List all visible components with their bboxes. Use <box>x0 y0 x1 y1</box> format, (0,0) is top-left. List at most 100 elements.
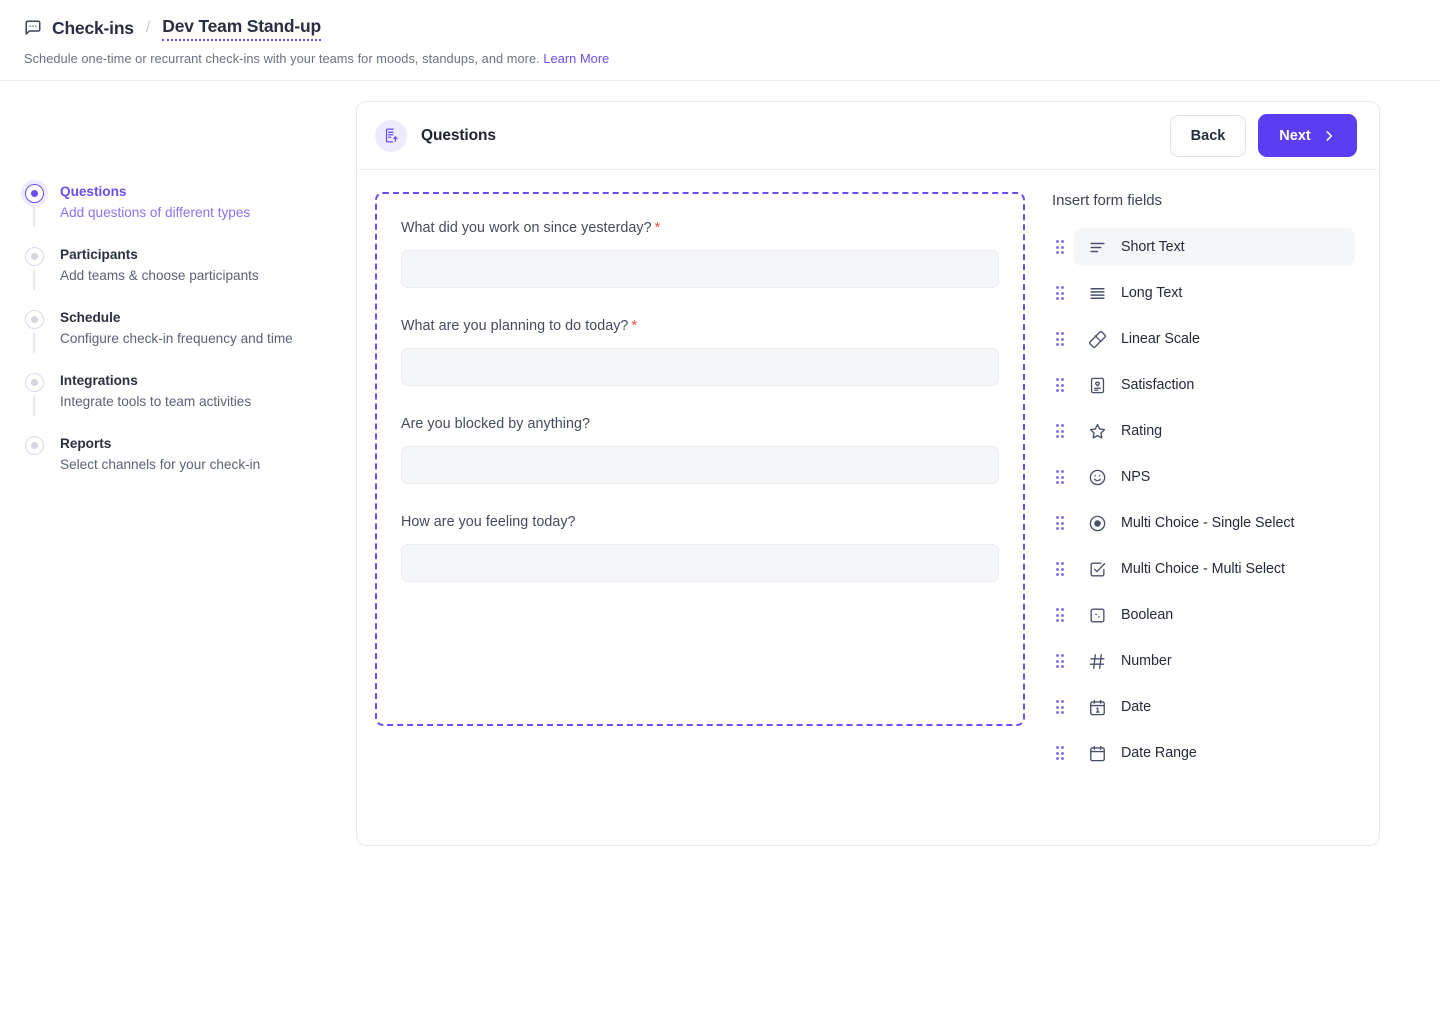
drag-handle-icon[interactable] <box>1052 515 1068 531</box>
smiley-icon <box>1088 468 1107 487</box>
field-item-date-range[interactable]: Date Range <box>1052 734 1355 772</box>
breadcrumb-root[interactable]: Check-ins <box>52 18 134 39</box>
step-questions[interactable]: Questions Add questions of different typ… <box>22 183 356 246</box>
long-text-icon <box>1088 284 1107 303</box>
card-header: Questions Back Next <box>357 102 1379 170</box>
drag-handle-icon[interactable] <box>1052 331 1068 347</box>
step-participants[interactable]: Participants Add teams & choose particip… <box>22 246 356 309</box>
field-chip[interactable]: Satisfaction <box>1074 366 1355 404</box>
question-label: What did you work on since yesterday? * <box>401 218 999 238</box>
field-chip[interactable]: NPS <box>1074 458 1355 496</box>
field-label: Rating <box>1121 423 1163 439</box>
field-item-number[interactable]: Number <box>1052 642 1355 680</box>
short-text-icon <box>1088 238 1107 257</box>
field-item-boolean[interactable]: Boolean <box>1052 596 1355 634</box>
question-input[interactable] <box>401 446 999 484</box>
field-item-short-text[interactable]: Short Text <box>1052 228 1355 266</box>
form-document-icon <box>375 119 407 152</box>
calendar-range-icon <box>1088 744 1107 763</box>
question-text: What did you work on since yesterday? <box>401 220 652 236</box>
field-chip[interactable]: Linear Scale <box>1074 320 1355 358</box>
subtitle-text: Schedule one-time or recurrant check-ins… <box>24 51 540 66</box>
field-item-satisfaction[interactable]: Satisfaction <box>1052 366 1355 404</box>
field-item-date[interactable]: Date <box>1052 688 1355 726</box>
required-marker: * <box>631 318 638 334</box>
drag-handle-icon[interactable] <box>1052 469 1068 485</box>
step-schedule[interactable]: Schedule Configure check-in frequency an… <box>22 309 356 372</box>
step-integrations[interactable]: Integrations Integrate tools to team act… <box>22 372 356 435</box>
field-item-long-text[interactable]: Long Text <box>1052 274 1355 312</box>
step-title: Reports <box>60 436 112 451</box>
question-block[interactable]: How are you feeling today? <box>401 512 999 582</box>
field-item-multi-select[interactable]: Multi Choice - Multi Select <box>1052 550 1355 588</box>
chevron-right-icon <box>1322 129 1336 143</box>
required-marker: * <box>654 220 661 236</box>
step-marker <box>22 435 46 475</box>
question-input[interactable] <box>401 250 999 288</box>
field-item-rating[interactable]: Rating <box>1052 412 1355 450</box>
step-description: Select channels for your check-in <box>60 457 261 472</box>
page-header: Check-ins / Dev Team Stand-up Schedule o… <box>0 0 1440 81</box>
drag-handle-icon[interactable] <box>1052 377 1068 393</box>
step-description: Configure check-in frequency and time <box>60 331 293 346</box>
drag-handle-icon[interactable] <box>1052 607 1068 623</box>
card-body: What did you work on since yesterday? * W… <box>357 170 1379 780</box>
field-chip[interactable]: Rating <box>1074 412 1355 450</box>
field-chip[interactable]: Date Range <box>1074 734 1355 772</box>
drag-handle-icon[interactable] <box>1052 699 1068 715</box>
drag-handle-icon[interactable] <box>1052 561 1068 577</box>
step-description: Integrate tools to team activities <box>60 394 252 409</box>
card-actions: Back Next <box>1170 114 1357 157</box>
field-chip[interactable]: Boolean <box>1074 596 1355 634</box>
step-dot-icon <box>24 373 44 392</box>
learn-more-link[interactable]: Learn More <box>543 51 609 66</box>
field-item-single-select[interactable]: Multi Choice - Single Select <box>1052 504 1355 542</box>
question-input[interactable] <box>401 348 999 386</box>
drag-handle-icon[interactable] <box>1052 285 1068 301</box>
breadcrumb-current[interactable]: Dev Team Stand-up <box>162 16 321 41</box>
drag-handle-icon[interactable] <box>1052 239 1068 255</box>
step-description: Add teams & choose participants <box>60 268 259 283</box>
questions-card: Questions Back Next What did you work on… <box>356 101 1380 846</box>
field-label: Date <box>1121 699 1151 715</box>
hash-icon <box>1088 652 1107 671</box>
wizard-stepper: Questions Add questions of different typ… <box>0 101 356 846</box>
boolean-icon <box>1088 606 1107 625</box>
step-title: Questions <box>60 184 127 199</box>
field-chip[interactable]: Multi Choice - Multi Select <box>1074 550 1355 588</box>
back-button[interactable]: Back <box>1170 114 1246 157</box>
step-reports[interactable]: Reports Select channels for your check-i… <box>22 435 356 475</box>
breadcrumb: Check-ins / Dev Team Stand-up <box>24 14 1416 42</box>
question-block[interactable]: What are you planning to do today? * <box>401 316 999 386</box>
question-block[interactable]: Are you blocked by anything? <box>401 414 999 484</box>
step-text: Reports Select channels for your check-i… <box>60 435 260 475</box>
calendar-icon <box>1088 698 1107 717</box>
step-title: Integrations <box>60 373 138 388</box>
field-chip[interactable]: Short Text <box>1074 228 1355 266</box>
question-text: How are you feeling today? <box>401 514 576 530</box>
field-chip[interactable]: Long Text <box>1074 274 1355 312</box>
question-label: Are you blocked by anything? <box>401 414 999 434</box>
page-title: Questions <box>421 126 496 144</box>
drag-handle-icon[interactable] <box>1052 653 1068 669</box>
field-label: Date Range <box>1121 745 1197 761</box>
field-item-nps[interactable]: NPS <box>1052 458 1355 496</box>
chat-bubble-icon <box>24 19 42 37</box>
step-marker <box>22 372 46 416</box>
next-button[interactable]: Next <box>1258 114 1357 157</box>
field-label: Short Text <box>1121 239 1185 255</box>
field-item-linear-scale[interactable]: Linear Scale <box>1052 320 1355 358</box>
question-block[interactable]: What did you work on since yesterday? * <box>401 218 999 288</box>
drag-handle-icon[interactable] <box>1052 745 1068 761</box>
field-chip[interactable]: Multi Choice - Single Select <box>1074 504 1355 542</box>
star-icon <box>1088 422 1107 441</box>
step-marker <box>22 309 46 353</box>
field-chip[interactable]: Date <box>1074 688 1355 726</box>
drag-handle-icon[interactable] <box>1052 423 1068 439</box>
step-title: Participants <box>60 247 138 262</box>
step-text: Participants Add teams & choose particip… <box>60 246 259 286</box>
field-chip[interactable]: Number <box>1074 642 1355 680</box>
form-canvas[interactable]: What did you work on since yesterday? * W… <box>375 192 1025 726</box>
satisfaction-icon <box>1088 376 1107 395</box>
question-input[interactable] <box>401 544 999 582</box>
